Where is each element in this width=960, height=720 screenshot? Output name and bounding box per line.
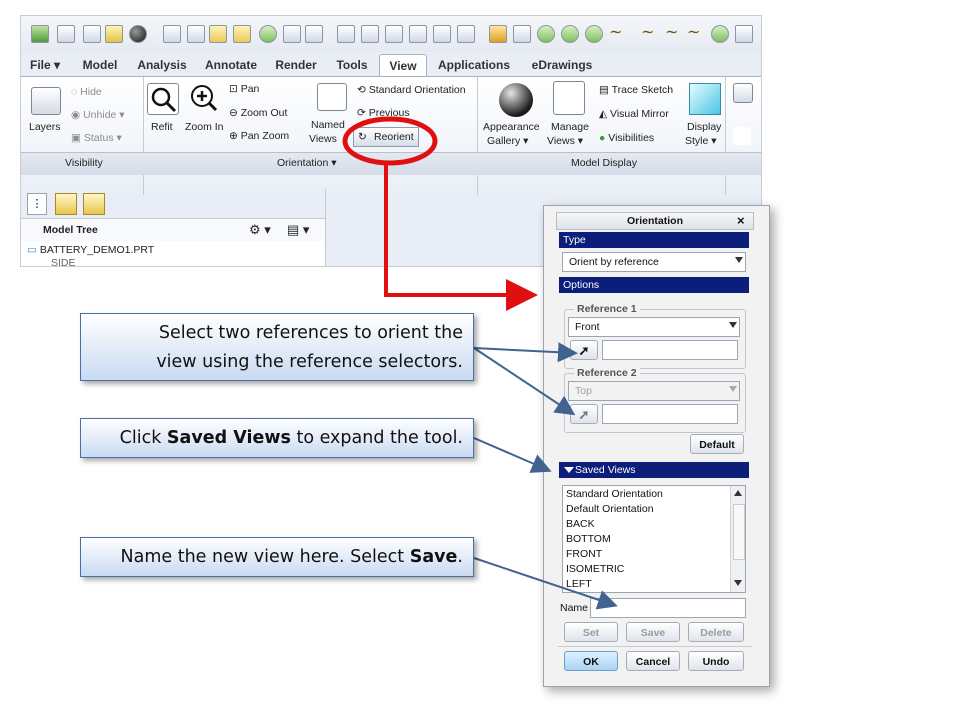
callout-name-post: .	[457, 547, 463, 567]
callout-name-bold: Save	[409, 547, 458, 567]
arrow-to-name-field	[473, 557, 618, 610]
callout-saved-views-post: to expand the tool.	[290, 428, 463, 448]
callout-saved-views-pre: Click	[119, 428, 167, 448]
arrow-to-saved-views	[473, 437, 552, 473]
arrow-to-reference1	[473, 342, 578, 363]
callout-name-save: Name the new view here. Select Save.	[80, 537, 474, 577]
red-pointer-arrow	[384, 164, 538, 311]
callout-saved-views: Click Saved Views to expand the tool.	[80, 418, 474, 458]
callout-saved-views-bold: Saved Views	[166, 428, 291, 448]
callout-name-pre: Name the new view here. Select	[120, 547, 410, 567]
callout-references-line2: view using the reference selectors.	[156, 352, 463, 372]
callout-references-line1: Select two references to orient the	[158, 323, 463, 343]
arrow-to-reference2	[473, 347, 576, 416]
callout-references: Select two references to orient the view…	[80, 313, 474, 381]
highlight-circle	[342, 116, 438, 166]
